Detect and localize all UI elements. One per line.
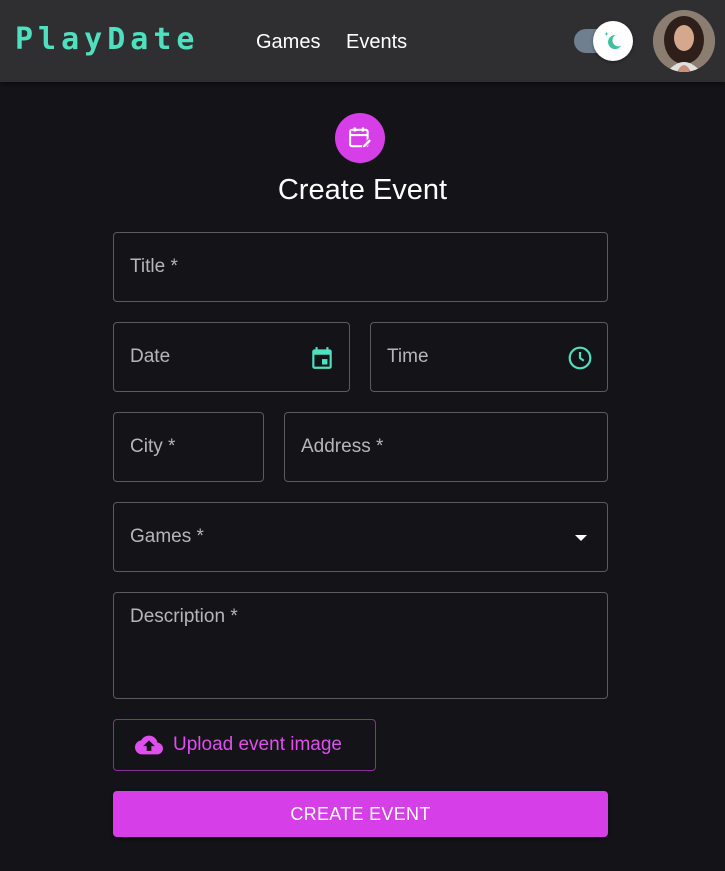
title-field[interactable]: Title * (113, 232, 608, 302)
calendar-icon[interactable] (308, 344, 336, 372)
clock-icon[interactable] (566, 344, 594, 372)
avatar-image (653, 10, 715, 72)
city-field[interactable]: City * (113, 412, 264, 482)
nav-events-link[interactable]: Events (346, 31, 407, 54)
time-field-label: Time (387, 346, 429, 367)
app-bar: PlayDate Games Events (0, 0, 725, 82)
date-field[interactable]: Date (113, 322, 350, 392)
address-field-label: Address * (301, 436, 384, 457)
nav-games-link[interactable]: Games (256, 31, 320, 54)
date-field-label: Date (130, 346, 171, 367)
cloud-upload-icon (135, 735, 163, 755)
page-title: Create Event (277, 174, 448, 206)
upload-image-button[interactable]: Upload event image (113, 719, 376, 771)
create-event-button[interactable]: CREATE EVENT (113, 791, 608, 837)
user-avatar[interactable] (653, 10, 715, 72)
calendar-edit-icon (335, 113, 385, 163)
app-logo[interactable]: PlayDate (15, 22, 200, 57)
upload-image-label: Upload event image (173, 734, 342, 755)
dropdown-arrow-icon[interactable] (575, 535, 587, 541)
title-field-label: Title * (130, 256, 178, 277)
theme-toggle-knob[interactable] (593, 21, 633, 61)
time-field[interactable]: Time (370, 322, 608, 392)
moon-sparkle-icon (604, 31, 622, 50)
games-select-label: Games * (130, 526, 204, 547)
description-field-label: Description * (130, 606, 238, 627)
description-field[interactable]: Description * (113, 592, 608, 699)
address-field[interactable]: Address * (284, 412, 608, 482)
city-field-label: City * (130, 436, 176, 457)
games-select[interactable]: Games * (113, 502, 608, 572)
